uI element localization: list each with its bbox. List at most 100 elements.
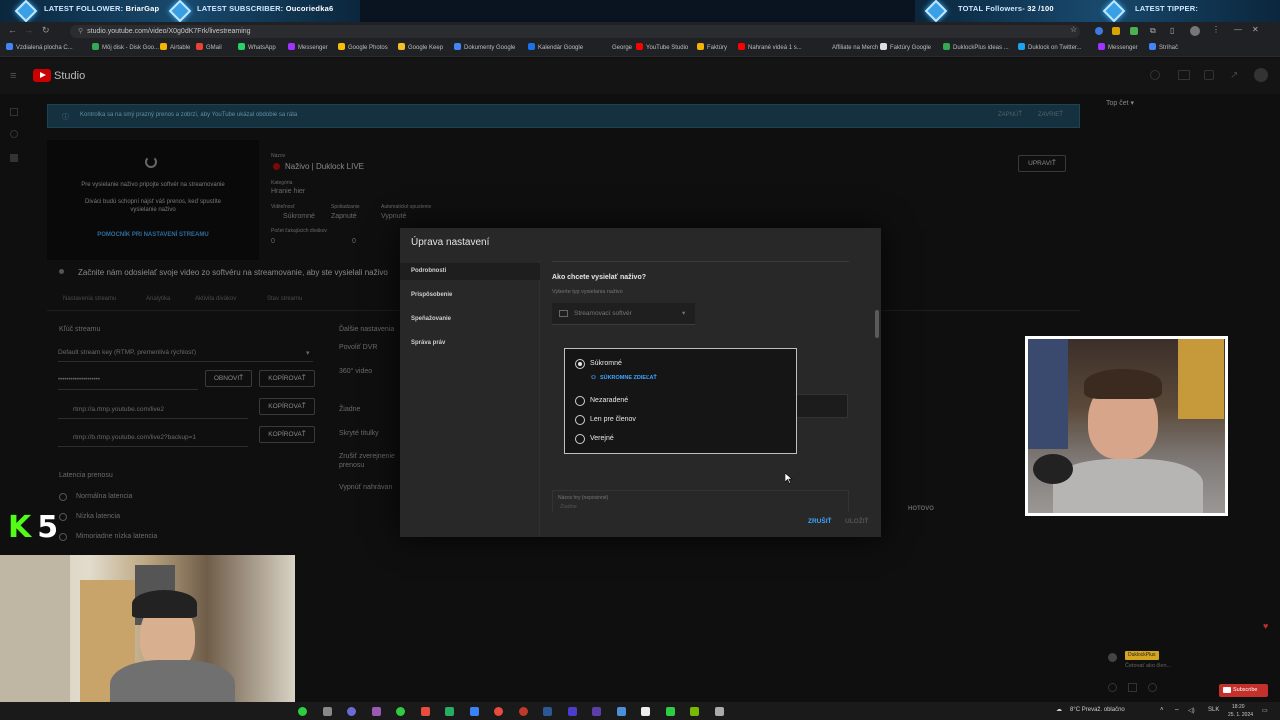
lightroom-icon[interactable] xyxy=(543,707,552,716)
bookmark-item[interactable]: Duklock on Twitter... xyxy=(1018,43,1082,51)
bookmark-item[interactable]: Vzdialená plocha C... xyxy=(6,43,73,51)
game-icon[interactable] xyxy=(665,707,675,716)
sidebar-stream-icon[interactable] xyxy=(10,108,18,116)
latency-normal-radio[interactable] xyxy=(59,493,67,501)
network-icon[interactable]: ⌔ xyxy=(1174,707,1180,715)
bookmark-item[interactable]: DuklockPlus ideas ... xyxy=(943,43,1009,51)
copy-key-button[interactable]: KOPÍROVAŤ xyxy=(259,370,315,387)
banner-turn-on-button[interactable]: ZAPNÚŤ xyxy=(998,112,1022,118)
dialog-tab-monetization[interactable]: Speňažovanie xyxy=(400,311,540,328)
bookmark-item[interactable]: Google Photos xyxy=(338,43,388,51)
heart-icon[interactable]: ♥ xyxy=(1263,621,1268,631)
stream-key-select[interactable]: Default stream key (RTMP, premenlivá rýc… xyxy=(58,345,313,362)
emoji-icon[interactable] xyxy=(1108,683,1117,692)
discord-icon[interactable] xyxy=(347,707,356,716)
bookmark-item[interactable]: Google Keep xyxy=(398,43,443,51)
notification-icon[interactable]: ▭ xyxy=(1262,707,1268,714)
tab-analytics[interactable]: Analytika xyxy=(146,296,170,302)
visibility-option-private[interactable]: Súkromné xyxy=(575,358,622,370)
bookmark-item[interactable]: Affiliate na Merch xyxy=(822,43,878,51)
chat-as-member[interactable]: Četovať ako člen... xyxy=(1125,663,1171,669)
xbox-icon[interactable] xyxy=(445,707,454,716)
address-bar[interactable]: ⚲ studio.youtube.com/video/X0g0dK7Frk/liv… xyxy=(70,25,1080,38)
edit-button[interactable]: UPRAVIŤ xyxy=(1018,155,1066,172)
super-chat-icon[interactable] xyxy=(1148,683,1157,692)
channel-avatar[interactable] xyxy=(1254,68,1268,82)
game-title-field[interactable] xyxy=(552,490,849,512)
save-button[interactable]: ULOŽIŤ xyxy=(845,518,868,525)
gift-icon[interactable] xyxy=(1128,683,1137,692)
copy-url-button[interactable]: KOPÍROVAŤ xyxy=(259,398,315,415)
bookmark-item[interactable]: GMail xyxy=(196,43,222,51)
visibility-option-members[interactable]: Len pre členov xyxy=(575,414,636,426)
bookmark-item[interactable]: George xyxy=(602,43,632,51)
share-private-link[interactable]: ⚇ SÚKROMNE ZDIEĽAŤ xyxy=(591,375,657,381)
cancel-button[interactable]: ZRUŠIŤ xyxy=(808,518,831,525)
nvidia-icon[interactable] xyxy=(690,707,699,716)
volume-icon[interactable]: ◁) xyxy=(1188,707,1195,714)
clock-date[interactable]: 25. 1. 2024 xyxy=(1228,712,1253,718)
sidebar-icon[interactable]: ▯ xyxy=(1170,26,1174,35)
dialog-tab-rights[interactable]: Správa práv xyxy=(400,335,540,352)
streaming-software-select[interactable]: Streamovací softvér ▾ xyxy=(552,303,695,325)
sidebar-camera-icon[interactable] xyxy=(10,130,18,138)
bookmark-item[interactable]: Faktúry xyxy=(697,43,727,51)
dialog-tab-details[interactable]: Podrobnosti xyxy=(400,263,540,280)
premiere-icon[interactable] xyxy=(567,707,577,716)
youtube-logo-icon[interactable] xyxy=(33,69,51,82)
bookmark-item[interactable]: Airtable xyxy=(160,43,190,51)
tab-stream-health[interactable]: Stav streamu xyxy=(267,296,302,302)
done-button[interactable]: HOTOVO xyxy=(908,506,934,512)
bookmark-item[interactable]: Stríhač xyxy=(1149,43,1178,51)
extension-icon[interactable] xyxy=(1130,27,1138,35)
forward-icon[interactable]: → xyxy=(24,25,33,35)
explorer-icon[interactable] xyxy=(616,707,626,716)
bookmark-item[interactable]: Dokumenty Google xyxy=(454,43,515,51)
subscribe-button[interactable]: Subscribe xyxy=(1219,684,1268,697)
weather-text[interactable]: 8°C Prevaž. oblačno xyxy=(1070,707,1125,713)
tab-stream-settings[interactable]: Nastavenia streamu xyxy=(63,296,116,302)
bookmark-item[interactable]: WhatsApp xyxy=(238,43,276,51)
dialog-tab-customization[interactable]: Prispôsobenie xyxy=(400,287,540,304)
create-icon[interactable] xyxy=(1178,70,1190,80)
help-icon[interactable] xyxy=(1150,70,1160,80)
bookmark-item[interactable]: Nahrané videá 1 s... xyxy=(738,43,802,51)
hamburger-icon[interactable]: ≡ xyxy=(10,70,16,82)
tab-viewer-activity[interactable]: Aktivita divákov xyxy=(195,296,236,302)
youtube-icon[interactable] xyxy=(494,707,503,716)
bookmark-item[interactable]: Messenger xyxy=(288,43,328,51)
puzzle-icon[interactable]: ⧉ xyxy=(1150,26,1156,36)
after-effects-icon[interactable] xyxy=(592,707,601,716)
extension-icon[interactable] xyxy=(1095,27,1103,35)
spotify-icon[interactable] xyxy=(298,707,307,716)
menu-icon[interactable]: ⋮ xyxy=(1212,25,1220,34)
profile-avatar[interactable] xyxy=(1190,26,1200,36)
opera-icon[interactable] xyxy=(420,707,430,716)
banner-close-button[interactable]: ZAVRIEŤ xyxy=(1038,112,1063,118)
search-icon[interactable] xyxy=(322,707,332,716)
messenger-icon[interactable] xyxy=(371,707,381,716)
extension-icon[interactable] xyxy=(1112,27,1120,35)
reload-icon[interactable]: ↻ xyxy=(42,25,50,36)
back-icon[interactable]: ← xyxy=(8,25,17,35)
clock-time[interactable]: 18:20 xyxy=(1232,704,1245,710)
notion-icon[interactable] xyxy=(641,707,650,716)
settings-icon[interactable] xyxy=(714,707,724,716)
minimize-icon[interactable]: — xyxy=(1234,25,1242,34)
bookmark-item[interactable]: Kalendár Google xyxy=(528,43,583,51)
masked-key-field[interactable]: •••••••••••••••••••• xyxy=(58,373,198,390)
bookmark-item[interactable]: Messenger xyxy=(1098,43,1138,51)
latency-low-radio[interactable] xyxy=(59,513,67,521)
dialog-scrollbar[interactable] xyxy=(875,310,879,338)
visibility-option-unlisted[interactable]: Nezaradené xyxy=(575,395,628,407)
bookmark-item[interactable]: Môj disk - Disk Goo... xyxy=(92,43,159,51)
latency-ultra-radio[interactable] xyxy=(59,533,67,541)
top-chat-selector[interactable]: Top čet ▾ xyxy=(1106,99,1134,107)
cast-icon[interactable] xyxy=(1204,70,1214,80)
close-window-icon[interactable]: ✕ xyxy=(1252,25,1259,34)
reset-key-button[interactable]: OBNOVIŤ xyxy=(205,370,252,387)
bookmark-item[interactable]: YouTube Studio xyxy=(636,43,688,51)
whatsapp-icon[interactable] xyxy=(396,707,405,716)
tray-chevron-icon[interactable]: ˄ xyxy=(1160,707,1164,713)
chrome-icon[interactable] xyxy=(469,707,479,716)
